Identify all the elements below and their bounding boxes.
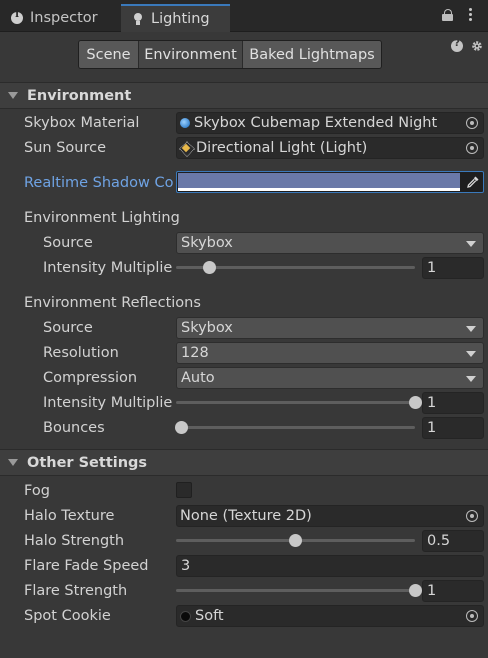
halo-texture-label: Halo Texture bbox=[24, 508, 115, 524]
flare-strength-slider-thumb[interactable] bbox=[408, 583, 422, 597]
skybox-material-field[interactable]: Skybox Cubemap Extended Night bbox=[176, 112, 484, 134]
compression-value: Auto bbox=[181, 370, 215, 386]
resolution-dropdown[interactable]: 128 bbox=[176, 342, 484, 364]
dropdown-arrow-icon bbox=[466, 351, 476, 357]
gear-icon[interactable] bbox=[471, 40, 483, 52]
lighting-mode-toolbar: Scene Environment Baked Lightmaps bbox=[78, 40, 382, 69]
reflection-intensity-input[interactable]: 1 bbox=[422, 392, 484, 414]
bounces-slider-track[interactable] bbox=[176, 426, 415, 429]
object-picker-icon[interactable] bbox=[466, 117, 478, 129]
realtime-shadow-color-field[interactable] bbox=[176, 171, 484, 193]
halo-strength-slider-thumb[interactable] bbox=[289, 533, 302, 547]
environment-reflections-heading: Environment Reflections bbox=[24, 295, 201, 311]
realtime-shadow-color-label: Realtime Shadow Co bbox=[24, 175, 174, 191]
section-header-environment[interactable]: Environment bbox=[0, 82, 488, 109]
eyedropper-icon[interactable] bbox=[466, 175, 480, 189]
halo-texture-field[interactable]: None (Texture 2D) bbox=[176, 505, 484, 527]
lighting-source-dropdown[interactable]: Skybox bbox=[176, 232, 484, 254]
alpha-bar bbox=[178, 188, 460, 191]
spot-cookie-field[interactable]: Soft bbox=[176, 605, 484, 627]
segment-environment[interactable]: Environment bbox=[139, 41, 243, 68]
reflection-source-label: Source bbox=[43, 320, 93, 336]
bounces-label: Bounces bbox=[43, 420, 105, 436]
dropdown-arrow-icon bbox=[466, 241, 476, 247]
compression-dropdown[interactable]: Auto bbox=[176, 367, 484, 389]
tab-lighting[interactable]: Lighting bbox=[121, 4, 230, 32]
flare-strength-label: Flare Strength bbox=[24, 583, 128, 599]
foldout-arrow-icon bbox=[8, 92, 18, 99]
color-swatch bbox=[178, 173, 460, 188]
spot-cookie-label: Spot Cookie bbox=[24, 608, 111, 624]
section-header-other-settings[interactable]: Other Settings bbox=[0, 449, 488, 476]
tab-inspector-label: Inspector bbox=[30, 10, 98, 26]
environment-lighting-heading: Environment Lighting bbox=[24, 210, 180, 226]
flare-strength-input[interactable]: 1 bbox=[422, 580, 484, 602]
texture-asset-icon bbox=[180, 610, 191, 622]
dropdown-arrow-icon bbox=[466, 376, 476, 382]
flare-strength-slider-track[interactable] bbox=[176, 589, 415, 592]
info-icon bbox=[11, 9, 23, 24]
section-title: Other Settings bbox=[27, 454, 148, 471]
flare-fade-speed-label: Flare Fade Speed bbox=[24, 558, 149, 574]
reflection-intensity-slider-thumb[interactable] bbox=[408, 395, 422, 409]
segment-baked-lightmaps[interactable]: Baked Lightmaps bbox=[243, 41, 381, 68]
tab-lighting-label: Lighting bbox=[151, 11, 210, 27]
skybox-material-label: Skybox Material bbox=[24, 115, 140, 131]
lock-icon[interactable] bbox=[442, 9, 454, 21]
directional-light-icon bbox=[180, 142, 193, 155]
lighting-source-label: Source bbox=[43, 235, 93, 251]
segment-scene[interactable]: Scene bbox=[79, 41, 139, 68]
fog-label: Fog bbox=[24, 483, 50, 499]
skybox-material-value: Skybox Cubemap Extended Night bbox=[194, 115, 438, 131]
reflection-source-value: Skybox bbox=[181, 320, 233, 336]
object-picker-icon[interactable] bbox=[466, 510, 478, 522]
spot-cookie-value: Soft bbox=[195, 608, 224, 624]
window-tab-bar: Inspector Lighting bbox=[0, 0, 488, 32]
bounces-input[interactable]: 1 bbox=[422, 417, 484, 439]
reflection-source-dropdown[interactable]: Skybox bbox=[176, 317, 484, 339]
sun-source-field[interactable]: Directional Light (Light) bbox=[176, 137, 484, 159]
foldout-arrow-icon bbox=[8, 459, 18, 466]
help-icon[interactable] bbox=[451, 38, 463, 52]
skybox-asset-icon bbox=[180, 118, 190, 128]
section-title: Environment bbox=[27, 87, 132, 104]
lighting-intensity-label: Intensity Multiplier bbox=[43, 260, 173, 276]
fog-checkbox[interactable] bbox=[176, 482, 192, 498]
halo-strength-input[interactable]: 0.5 bbox=[422, 530, 484, 552]
reflection-intensity-label: Intensity Multiplier bbox=[43, 395, 173, 411]
halo-texture-value: None (Texture 2D) bbox=[180, 508, 312, 524]
resolution-value: 128 bbox=[181, 345, 209, 361]
lighting-intensity-slider-thumb[interactable] bbox=[202, 260, 216, 274]
sun-source-value: Directional Light (Light) bbox=[196, 140, 368, 156]
lighting-intensity-input[interactable]: 1 bbox=[422, 257, 484, 279]
compression-label: Compression bbox=[43, 370, 138, 386]
reflection-intensity-slider-track[interactable] bbox=[176, 401, 415, 404]
object-picker-icon[interactable] bbox=[466, 142, 478, 154]
flare-fade-speed-input[interactable]: 3 bbox=[176, 555, 484, 577]
tab-inspector[interactable]: Inspector bbox=[0, 4, 118, 32]
kebab-menu-icon[interactable] bbox=[465, 8, 475, 24]
object-picker-icon[interactable] bbox=[466, 610, 478, 622]
lightbulb-icon bbox=[132, 13, 144, 25]
lighting-source-value: Skybox bbox=[181, 235, 233, 251]
dropdown-arrow-icon bbox=[466, 326, 476, 332]
halo-strength-label: Halo Strength bbox=[24, 533, 125, 549]
sun-source-label: Sun Source bbox=[24, 140, 106, 156]
resolution-label: Resolution bbox=[43, 345, 119, 361]
bounces-slider-thumb[interactable] bbox=[175, 420, 188, 434]
